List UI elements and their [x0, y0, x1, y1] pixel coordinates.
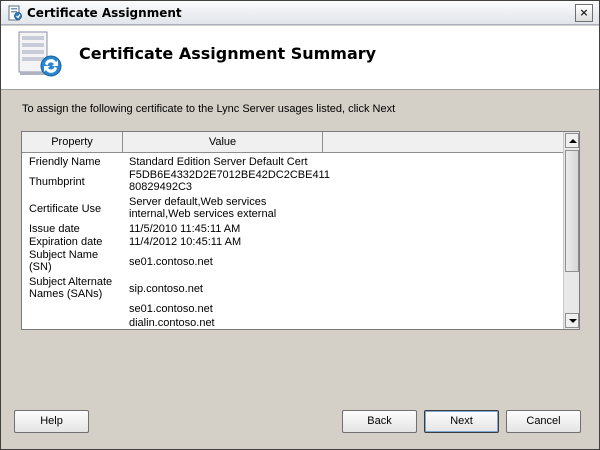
certificate-summary-list[interactable]: Property Value Friendly Name Standard Ed…	[21, 131, 580, 330]
cancel-button[interactable]: Cancel	[506, 410, 581, 433]
list-rows: Friendly Name Standard Edition Server De…	[22, 154, 564, 329]
property-cell: Subject Name (SN)	[29, 249, 99, 273]
certificate-assignment-window: Certificate Assignment × Certificate Ass…	[0, 0, 600, 450]
column-header-property-label: Property	[51, 136, 93, 148]
instruction-text: To assign the following certificate to t…	[22, 103, 396, 115]
title-bar[interactable]: Certificate Assignment ×	[1, 1, 599, 25]
property-cell: Certificate Use	[29, 203, 102, 215]
value-cell: Standard Edition Server Default Cert	[129, 156, 308, 168]
property-cell: Thumbprint	[29, 176, 85, 188]
help-button[interactable]: Help	[14, 410, 89, 433]
column-header-filler	[323, 132, 564, 153]
wizard-header: Certificate Assignment Summary	[1, 26, 599, 90]
close-icon: ×	[579, 6, 589, 19]
next-button[interactable]: Next	[424, 410, 499, 433]
value-cell: sip.contoso.net	[129, 283, 203, 295]
value-cell: Server default,Web services internal,Web…	[129, 196, 277, 220]
value-cell: se01.contoso.net	[129, 256, 213, 268]
scroll-up-button[interactable]	[565, 133, 579, 148]
property-cell: Issue date	[29, 223, 80, 235]
vertical-scrollbar[interactable]	[563, 132, 579, 329]
window-title: Certificate Assignment	[27, 6, 182, 20]
page-title: Certificate Assignment Summary	[79, 44, 377, 63]
close-button[interactable]: ×	[575, 4, 593, 22]
scroll-thumb[interactable]	[565, 150, 579, 272]
property-cell: Friendly Name	[29, 156, 101, 168]
back-button[interactable]: Back	[342, 410, 417, 433]
scroll-down-button[interactable]	[565, 313, 579, 328]
column-header-property[interactable]: Property	[22, 132, 123, 153]
value-cell: se01.contoso.net	[129, 303, 213, 315]
arrow-up-icon	[569, 139, 577, 143]
property-cell: Subject Alternate Names (SANs)	[29, 276, 113, 300]
value-cell: F5DB6E4332D2E7012BE42DC2CBE411 80829492C…	[129, 169, 330, 193]
column-header-value[interactable]: Value	[123, 132, 323, 153]
certificate-app-icon	[8, 5, 22, 21]
column-header-value-label: Value	[208, 136, 237, 148]
value-cell: dialin.contoso.net	[129, 317, 215, 329]
property-cell: Expiration date	[29, 236, 103, 248]
arrow-down-icon	[569, 319, 577, 323]
value-cell: 11/4/2012 10:45:11 AM	[129, 236, 242, 248]
value-cell: 11/5/2010 11:45:11 AM	[129, 223, 241, 235]
server-certificate-icon	[18, 31, 62, 77]
